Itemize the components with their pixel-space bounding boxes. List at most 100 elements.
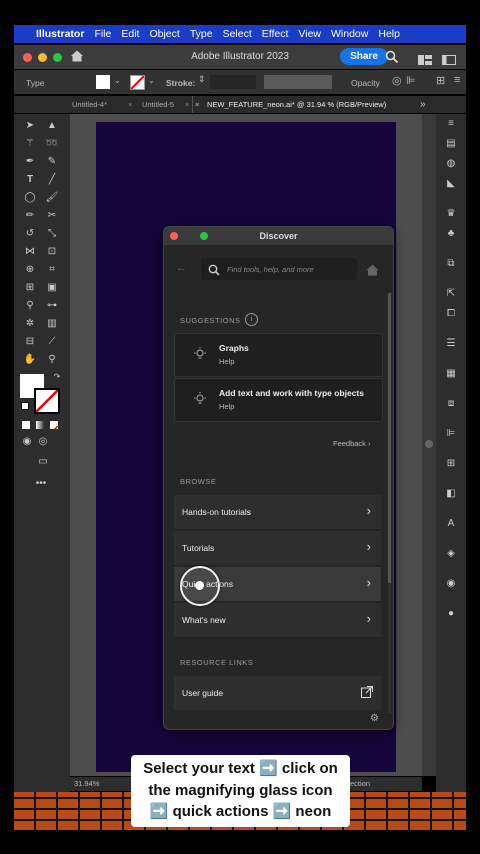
- artboards-panel-icon[interactable]: ⧠: [444, 308, 458, 319]
- mesh-tool-icon[interactable]: ⊞: [23, 282, 37, 293]
- fill-dropdown-chevron-icon[interactable]: ⌄: [114, 76, 121, 85]
- active-tab-close-icon[interactable]: ×: [195, 96, 199, 113]
- menu-file[interactable]: File: [94, 28, 111, 40]
- menu-app-name[interactable]: Illustrator: [36, 28, 84, 40]
- direct-selection-tool-icon[interactable]: ▲: [45, 120, 59, 131]
- ellipse-tool-icon[interactable]: ◯: [23, 192, 37, 203]
- tab-untitled-5[interactable]: Untitled-5: [142, 96, 174, 113]
- transparency-panel-icon[interactable]: ◧: [444, 488, 458, 499]
- browse-item-hands-on-tutorials[interactable]: Hands-on tutorials ›: [174, 495, 381, 530]
- eyedropper-tool-icon[interactable]: ⚲: [23, 300, 37, 311]
- search-icon[interactable]: [208, 263, 220, 281]
- edit-toolbar-icon[interactable]: •••: [34, 478, 48, 489]
- stroke-dropdown-chevron-icon[interactable]: ⌄: [148, 76, 155, 85]
- share-button[interactable]: Share: [340, 48, 388, 65]
- scale-tool-icon[interactable]: ⤡: [45, 228, 59, 239]
- workspace-switcher-icon[interactable]: [442, 52, 456, 70]
- symbol-sprayer-tool-icon[interactable]: ✲: [23, 318, 37, 329]
- appearance-panel-icon[interactable]: ◉: [444, 578, 458, 589]
- menu-object[interactable]: Object: [149, 28, 179, 40]
- zoom-level[interactable]: 31.94%: [74, 779, 99, 788]
- shape-builder-tool-icon[interactable]: ⊕: [23, 264, 37, 275]
- menu-edit[interactable]: Edit: [121, 28, 139, 40]
- none-mode-icon[interactable]: [50, 421, 58, 429]
- tab-close-icon[interactable]: ×: [185, 96, 189, 113]
- swap-fill-stroke-icon[interactable]: ↷: [50, 372, 64, 381]
- menu-window[interactable]: Window: [331, 28, 368, 40]
- tab-new-feature-neon[interactable]: NEW_FEATURE_neon.ai* @ 31.94 % (RGB/Prev…: [207, 96, 386, 113]
- magic-wand-tool-icon[interactable]: ⚚: [23, 138, 37, 149]
- search-icon[interactable]: [385, 50, 399, 69]
- align-panel-icon[interactable]: ⊫: [444, 428, 458, 439]
- stroke-weight-input[interactable]: [210, 75, 256, 89]
- brushes-panel-icon[interactable]: ♣: [444, 228, 458, 239]
- menu-select[interactable]: Select: [223, 28, 252, 40]
- screen-mode-icon[interactable]: ▭: [36, 456, 50, 467]
- suggestion-item[interactable]: Add text and work with type objects Help: [174, 378, 383, 422]
- artboard-tool-icon[interactable]: ⊟: [23, 336, 37, 347]
- discover-scroll-thumb[interactable]: [388, 293, 391, 583]
- back-arrow-icon[interactable]: ←: [176, 262, 187, 274]
- menu-help[interactable]: Help: [378, 28, 400, 40]
- symbols-panel-icon[interactable]: ♛: [444, 208, 458, 219]
- selection-tool-icon[interactable]: ➤: [23, 120, 37, 131]
- layers-panel-icon[interactable]: ◈: [444, 548, 458, 559]
- resource-item-user-guide[interactable]: User guide: [174, 676, 381, 710]
- draw-behind-icon[interactable]: ◎: [36, 436, 50, 447]
- browse-item-tutorials[interactable]: Tutorials ›: [174, 531, 381, 566]
- gradient-panel-icon[interactable]: ◣: [444, 178, 458, 189]
- variable-width-profile[interactable]: [264, 75, 332, 89]
- stroke-stepper-icon[interactable]: ⇕: [198, 74, 206, 85]
- gradient-tool-icon[interactable]: ▣: [45, 282, 59, 293]
- color-guide-panel-icon[interactable]: ◍: [444, 158, 458, 169]
- transform-panel-icon[interactable]: ⧈: [444, 398, 458, 409]
- color-mode-icon[interactable]: [22, 421, 30, 429]
- more-tabs-chevron-icon[interactable]: »: [420, 96, 426, 113]
- more-options-icon[interactable]: ≡: [454, 74, 460, 86]
- gradient-mode-icon[interactable]: [36, 421, 44, 429]
- menu-type[interactable]: Type: [190, 28, 213, 40]
- info-icon[interactable]: i: [245, 313, 258, 326]
- blend-tool-icon[interactable]: ⊶: [45, 300, 59, 311]
- discover-home-icon[interactable]: [366, 263, 379, 281]
- graph-tool-icon[interactable]: ▥: [45, 318, 59, 329]
- pencil-tool-icon[interactable]: ✏: [23, 210, 37, 221]
- rotate-tool-icon[interactable]: ↺: [23, 228, 37, 239]
- navigator-panel-icon[interactable]: ☰: [444, 338, 458, 349]
- lasso-tool-icon[interactable]: ➿: [45, 138, 59, 149]
- tab-untitled-4[interactable]: Untitled-4*: [72, 96, 107, 113]
- suggestion-item[interactable]: Graphs Help: [174, 333, 383, 377]
- hand-tool-icon[interactable]: ✋: [23, 354, 37, 365]
- character-panel-icon[interactable]: A: [444, 518, 458, 529]
- default-colors-icon[interactable]: [21, 402, 29, 410]
- export-panel-icon[interactable]: ⇱: [444, 288, 458, 299]
- recolor-icon[interactable]: ◎: [392, 74, 402, 87]
- scroll-thumb[interactable]: [425, 440, 433, 448]
- slice-tool-icon[interactable]: ⟋: [45, 336, 59, 347]
- arrange-documents-icon[interactable]: [418, 52, 432, 70]
- perspective-grid-tool-icon[interactable]: ⌗: [45, 264, 59, 275]
- zoom-tool-icon[interactable]: ⚲: [45, 354, 59, 365]
- type-tool-icon[interactable]: T: [23, 174, 37, 185]
- feedback-link[interactable]: Feedback ›: [333, 439, 371, 448]
- stroke-none-swatch[interactable]: [130, 75, 145, 90]
- menu-view[interactable]: View: [298, 28, 321, 40]
- width-tool-icon[interactable]: ⋈: [23, 246, 37, 257]
- discover-scrollbar[interactable]: [388, 293, 391, 713]
- browse-item-whats-new[interactable]: What's new ›: [174, 603, 381, 638]
- libraries-panel-icon[interactable]: ▤: [444, 138, 458, 149]
- pen-tool-icon[interactable]: ✒: [23, 156, 37, 167]
- line-tool-icon[interactable]: ╱: [45, 174, 59, 185]
- document-info-panel-icon[interactable]: ▦: [444, 368, 458, 379]
- fill-swatch[interactable]: [96, 75, 110, 89]
- graphic-styles-panel-icon[interactable]: ●: [444, 608, 458, 619]
- pathfinder-panel-icon[interactable]: ⊞: [444, 458, 458, 469]
- menu-effect[interactable]: Effect: [262, 28, 289, 40]
- discover-search-input[interactable]: [227, 258, 351, 280]
- properties-panel-icon[interactable]: ≡: [444, 118, 458, 129]
- image-trace-panel-icon[interactable]: ⧉: [444, 258, 458, 269]
- curvature-tool-icon[interactable]: ✎: [45, 156, 59, 167]
- transform-icon[interactable]: ⊞: [436, 74, 445, 87]
- vertical-scrollbar[interactable]: [422, 114, 436, 776]
- discover-search-box[interactable]: [201, 258, 357, 280]
